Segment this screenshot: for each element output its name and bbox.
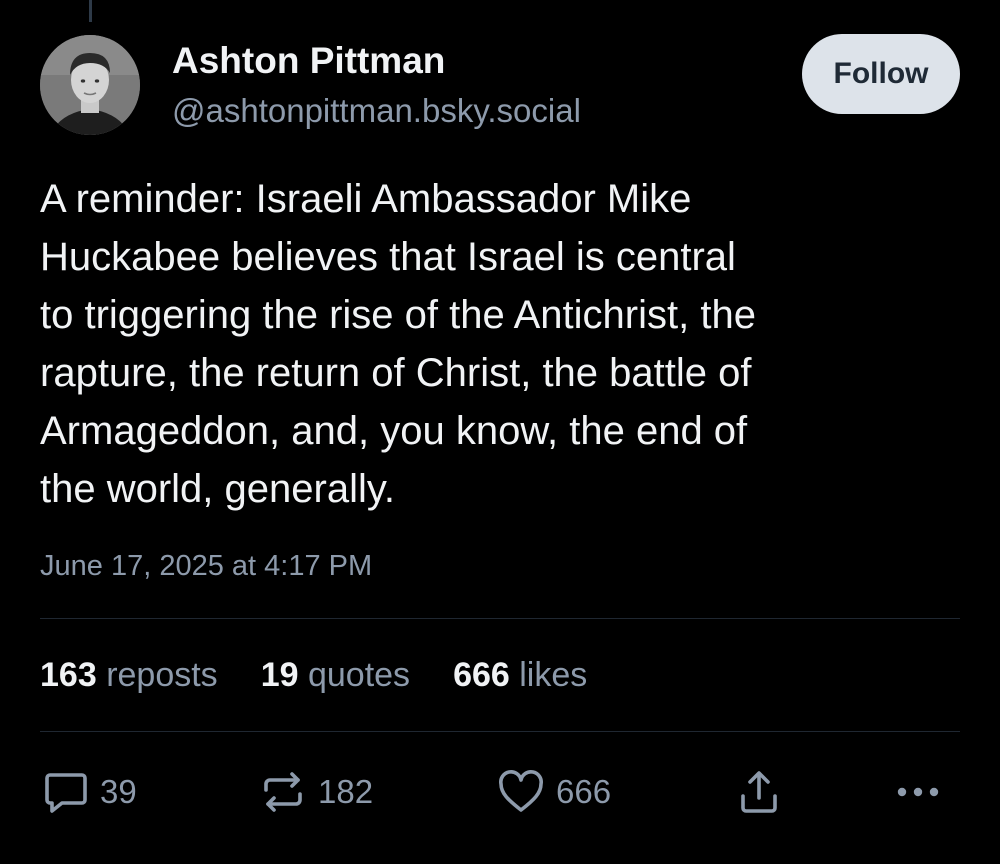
reposts-count: 163 bbox=[40, 656, 97, 694]
share-button[interactable] bbox=[736, 760, 782, 824]
post-action-bar: 39 182 666 bbox=[0, 760, 1000, 824]
quotes-stat[interactable]: 19 quotes bbox=[261, 656, 410, 695]
thread-connector-line bbox=[89, 0, 92, 22]
repost-button[interactable]: 182 bbox=[258, 760, 373, 824]
reposts-stat[interactable]: 163 reposts bbox=[40, 656, 218, 695]
likes-label: likes bbox=[519, 656, 588, 694]
repost-arrows-icon bbox=[264, 772, 302, 812]
likes-stat[interactable]: 666 likes bbox=[453, 656, 587, 695]
repost-count: 182 bbox=[318, 773, 374, 810]
engagement-stats: 163 reposts 19 quotes 666 likes bbox=[40, 656, 630, 695]
heart-icon bbox=[499, 770, 543, 812]
share-upload-icon bbox=[741, 771, 777, 813]
likes-count: 666 bbox=[453, 656, 510, 694]
post-timestamp: June 17, 2025 at 4:17 PM bbox=[40, 550, 373, 582]
avatar-image bbox=[40, 35, 140, 135]
more-options-button[interactable] bbox=[890, 760, 946, 824]
speech-bubble-icon bbox=[45, 773, 87, 813]
follow-button[interactable]: Follow bbox=[802, 34, 960, 114]
post-text: A reminder: Israeli Ambassador Mike Huck… bbox=[40, 177, 756, 511]
author-handle[interactable]: @ashtonpittman.bsky.social bbox=[172, 92, 581, 130]
divider bbox=[40, 618, 960, 619]
reply-button[interactable]: 39 bbox=[42, 760, 137, 824]
like-count: 666 bbox=[556, 773, 612, 810]
like-button[interactable]: 666 bbox=[496, 760, 611, 824]
reply-count: 39 bbox=[100, 773, 137, 810]
author-display-name[interactable]: Ashton Pittman bbox=[172, 40, 445, 82]
ellipsis-icon bbox=[897, 787, 939, 797]
quotes-count: 19 bbox=[260, 656, 299, 694]
quotes-label: quotes bbox=[307, 656, 411, 694]
reposts-label: reposts bbox=[106, 656, 218, 694]
avatar[interactable] bbox=[40, 35, 140, 135]
divider bbox=[40, 731, 960, 732]
